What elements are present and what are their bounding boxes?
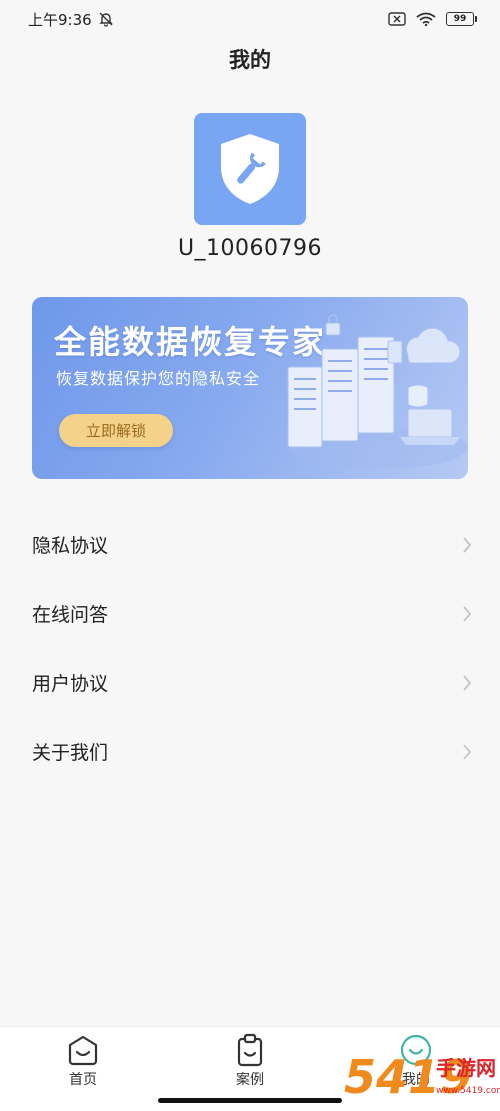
tab-home[interactable]: 首页 xyxy=(43,1033,123,1089)
promo-banner[interactable]: 全能数据恢复专家 恢复数据保护您的隐私安全 立即解锁 xyxy=(32,297,468,479)
tab-cases[interactable]: 案例 xyxy=(210,1033,290,1089)
svg-text:手游网: 手游网 xyxy=(436,1056,496,1080)
clipboard-icon xyxy=(237,1033,263,1067)
battery-icon: 99 xyxy=(446,12,477,26)
status-time: 上午9:36 xyxy=(28,10,92,29)
banner-subtitle: 恢复数据保护您的隐私安全 xyxy=(56,369,261,388)
menu-item-user-agreement[interactable]: 用户协议 xyxy=(0,648,500,717)
chevron-right-icon xyxy=(462,536,472,554)
avatar[interactable] xyxy=(194,113,306,225)
unlock-button[interactable]: 立即解锁 xyxy=(59,414,173,447)
page-title: 我的 xyxy=(229,48,271,72)
status-bar: 上午9:36 99 xyxy=(0,0,500,38)
menu-item-label: 关于我们 xyxy=(32,742,109,764)
home-icon xyxy=(68,1035,98,1066)
menu-item-label: 隐私协议 xyxy=(32,535,109,557)
settings-menu: 隐私协议 在线问答 用户协议 关于我们 xyxy=(0,510,500,786)
chevron-right-icon xyxy=(462,605,472,623)
menu-item-privacy[interactable]: 隐私协议 xyxy=(0,510,500,579)
sim-off-icon xyxy=(388,12,406,26)
chevron-right-icon xyxy=(462,743,472,761)
status-right: 99 xyxy=(388,12,477,26)
shield-wrench-icon xyxy=(221,134,279,204)
wifi-icon xyxy=(416,12,436,26)
tab-label: 案例 xyxy=(236,1072,264,1088)
chevron-right-icon xyxy=(462,674,472,692)
menu-item-label: 在线问答 xyxy=(32,604,109,626)
tab-label: 首页 xyxy=(69,1072,97,1088)
menu-item-label: 用户协议 xyxy=(32,673,109,695)
battery-level: 99 xyxy=(453,14,467,24)
menu-item-about-us[interactable]: 关于我们 xyxy=(0,717,500,786)
username: U_10060796 xyxy=(177,236,323,261)
server-illustration xyxy=(287,314,468,469)
status-left: 上午9:36 xyxy=(28,9,114,30)
home-indicator[interactable] xyxy=(158,1098,342,1103)
menu-item-online-qa[interactable]: 在线问答 xyxy=(0,579,500,648)
bell-muted-icon xyxy=(98,11,114,27)
watermark-logo: 5419 手游网 www.5419.com xyxy=(344,1050,500,1104)
svg-text:www.5419.com: www.5419.com xyxy=(436,1086,500,1096)
